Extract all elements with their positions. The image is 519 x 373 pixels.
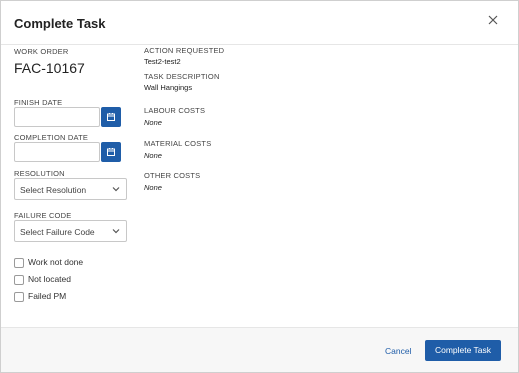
checkbox-label: Failed PM (28, 291, 67, 301)
other-costs-value: None (144, 183, 162, 192)
close-icon[interactable] (488, 15, 500, 27)
action-requested-label: ACTION REQUESTED (144, 46, 225, 55)
task-description-value: Wall Hangings (144, 83, 193, 92)
resolution-selected-value: Select Resolution (20, 185, 87, 195)
material-costs-value: None (144, 151, 162, 160)
work-order-number: FAC-10167 (14, 60, 85, 76)
labour-costs-label: LABOUR COSTS (144, 106, 206, 115)
failure-code-select[interactable]: Select Failure Code (14, 220, 127, 242)
checkbox-label: Work not done (28, 257, 84, 267)
dialog-header: Complete Task (1, 1, 518, 45)
finish-date-calendar-button[interactable] (101, 107, 121, 127)
completion-date-input[interactable] (14, 142, 100, 162)
resolution-label: RESOLUTION (14, 169, 65, 178)
completion-date-calendar-button[interactable] (101, 142, 121, 162)
task-description-label: TASK DESCRIPTION (144, 72, 220, 81)
labour-costs-value: None (144, 118, 162, 127)
checkbox-box[interactable] (14, 292, 24, 302)
cancel-button[interactable]: Cancel (385, 346, 411, 356)
failure-code-selected-value: Select Failure Code (20, 227, 95, 237)
other-costs-label: OTHER COSTS (144, 171, 201, 180)
failure-code-label: FAILURE CODE (14, 211, 72, 220)
checkbox-label: Not located (28, 274, 71, 284)
material-costs-label: MATERIAL COSTS (144, 139, 212, 148)
checkbox-box[interactable] (14, 275, 24, 285)
chevron-down-icon (112, 229, 120, 234)
dialog-footer: Cancel Complete Task (1, 327, 518, 372)
action-requested-value: Test2-test2 (144, 57, 181, 66)
calendar-icon (107, 148, 115, 156)
complete-task-dialog: Complete Task WORK ORDER FAC-10167 FINIS… (0, 0, 519, 373)
finish-date-input[interactable] (14, 107, 100, 127)
calendar-icon (107, 113, 115, 121)
completion-date-label: COMPLETION DATE (14, 133, 89, 142)
finish-date-label: FINISH DATE (14, 98, 63, 107)
checkbox-box[interactable] (14, 258, 24, 268)
resolution-select[interactable]: Select Resolution (14, 178, 127, 200)
dialog-title: Complete Task (14, 16, 106, 31)
complete-task-button[interactable]: Complete Task (425, 340, 501, 361)
work-order-label: WORK ORDER (14, 47, 69, 56)
chevron-down-icon (112, 187, 120, 192)
